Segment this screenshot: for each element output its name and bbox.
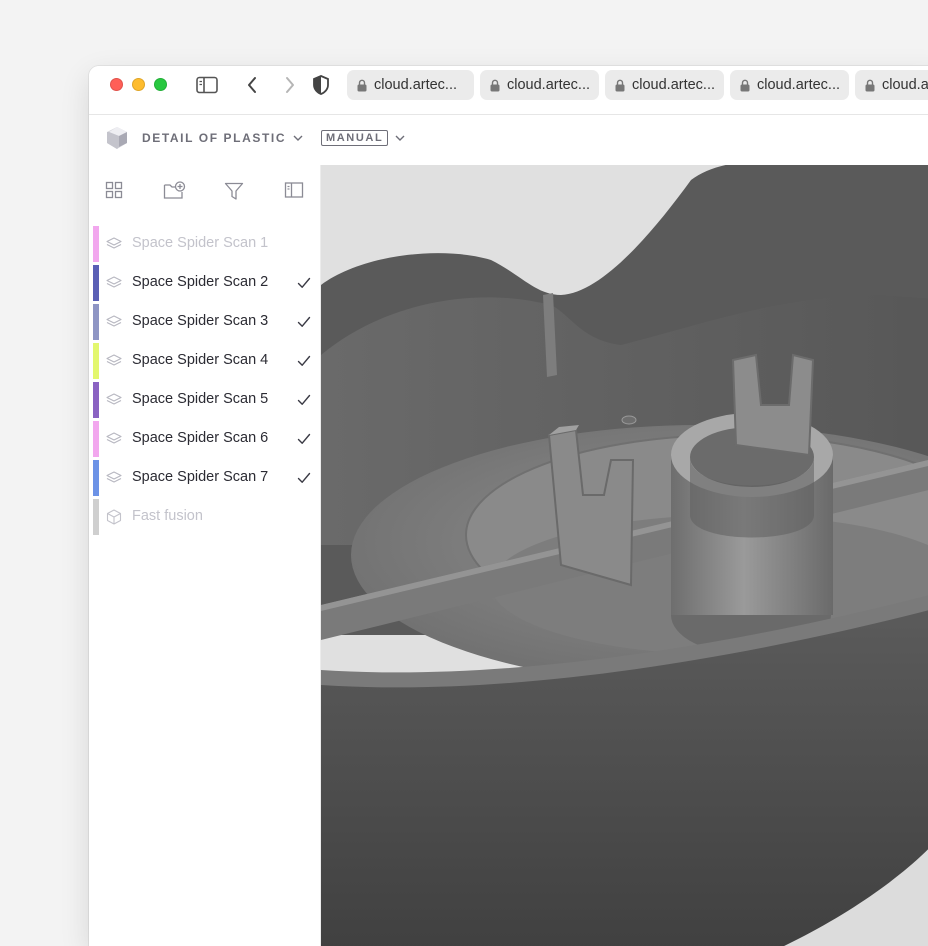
layers-icon xyxy=(106,236,122,252)
browser-titlebar: cloud.artec... cloud.artec... cloud.arte… xyxy=(89,66,928,115)
close-window-button[interactable] xyxy=(110,78,123,91)
layers-icon xyxy=(106,431,122,447)
tab-title: cloud.artec... xyxy=(757,77,841,93)
sidebar-toggle-icon[interactable] xyxy=(196,74,218,96)
layers-icon xyxy=(106,353,122,369)
checkmark-icon[interactable] xyxy=(297,315,311,329)
checkmark-icon[interactable] xyxy=(297,393,311,407)
scan-model-render xyxy=(321,165,928,946)
lock-icon xyxy=(357,79,367,91)
cube-icon xyxy=(106,509,122,525)
scan-list-item[interactable]: Space Spider Scan 4 xyxy=(93,343,320,379)
minimize-window-button[interactable] xyxy=(132,78,145,91)
scan-label: Space Spider Scan 4 xyxy=(132,352,269,368)
chevron-down-icon xyxy=(293,135,303,141)
panel-toggle-icon[interactable] xyxy=(284,181,306,203)
project-selector[interactable]: DETAIL OF PLASTIC xyxy=(105,125,303,151)
browser-window: cloud.artec... cloud.artec... cloud.arte… xyxy=(89,66,928,946)
add-folder-icon[interactable] xyxy=(163,181,186,203)
mode-selector[interactable]: MANUAL xyxy=(321,130,405,146)
scan-color-bar xyxy=(93,460,99,496)
browser-tab[interactable]: cloud.artec... xyxy=(480,70,599,100)
scan-color-bar xyxy=(93,421,99,457)
scan-label: Space Spider Scan 6 xyxy=(132,430,269,446)
shield-icon[interactable] xyxy=(310,74,332,96)
browser-tab[interactable]: cloud.artec... xyxy=(605,70,724,100)
tab-title: cloud.artec... xyxy=(374,77,458,93)
scan-label: Space Spider Scan 7 xyxy=(132,469,269,485)
scan-label: Fast fusion xyxy=(132,508,203,524)
filter-icon[interactable] xyxy=(224,181,246,203)
3d-viewport[interactable] xyxy=(321,165,928,946)
checkmark-icon[interactable] xyxy=(297,354,311,368)
layers-icon xyxy=(106,314,122,330)
scan-sidebar: Space Spider Scan 1 Space Spider Scan 2 Sp… xyxy=(89,165,321,946)
scan-color-bar xyxy=(93,226,99,262)
checkmark-icon[interactable] xyxy=(297,471,311,485)
scan-color-bar xyxy=(93,265,99,301)
mode-label: MANUAL xyxy=(321,130,389,146)
scan-label: Space Spider Scan 3 xyxy=(132,313,269,329)
scan-label: Space Spider Scan 2 xyxy=(132,274,269,290)
sidebar-toolbar xyxy=(89,177,320,207)
back-icon[interactable] xyxy=(241,74,263,96)
forward-icon[interactable] xyxy=(279,74,301,96)
layers-icon xyxy=(106,275,122,291)
app-header: DETAIL OF PLASTIC MANUAL xyxy=(89,115,928,163)
scan-label: Space Spider Scan 1 xyxy=(132,235,269,251)
browser-tab[interactable]: cloud.a xyxy=(855,70,928,100)
lock-icon xyxy=(865,79,875,91)
scan-color-bar xyxy=(93,304,99,340)
scan-color-bar xyxy=(93,499,99,535)
scan-list-item[interactable]: Space Spider Scan 7 xyxy=(93,460,320,496)
scan-color-bar xyxy=(93,343,99,379)
checkmark-icon[interactable] xyxy=(297,276,311,290)
project-title: DETAIL OF PLASTIC xyxy=(142,131,287,145)
layers-icon xyxy=(106,392,122,408)
scan-list-item[interactable]: Space Spider Scan 3 xyxy=(93,304,320,340)
lock-icon xyxy=(490,79,500,91)
browser-tab[interactable]: cloud.artec... xyxy=(347,70,474,100)
tab-title: cloud.artec... xyxy=(632,77,716,93)
checkmark-icon[interactable] xyxy=(297,432,311,446)
layers-icon xyxy=(106,470,122,486)
scan-list-item[interactable]: Space Spider Scan 2 xyxy=(93,265,320,301)
tab-title: cloud.artec... xyxy=(507,77,591,93)
browser-tab[interactable]: cloud.artec... xyxy=(730,70,849,100)
scan-list-item[interactable]: Space Spider Scan 1 xyxy=(93,226,320,262)
tab-title: cloud.a xyxy=(882,77,928,93)
chevron-down-icon xyxy=(395,135,405,141)
project-logo-icon xyxy=(107,127,127,149)
grid-icon[interactable] xyxy=(105,181,127,203)
scan-list-item[interactable]: Space Spider Scan 6 xyxy=(93,421,320,457)
lock-icon xyxy=(740,79,750,91)
scan-list-item[interactable]: Fast fusion xyxy=(93,499,320,535)
scan-list-item[interactable]: Space Spider Scan 5 xyxy=(93,382,320,418)
scan-label: Space Spider Scan 5 xyxy=(132,391,269,407)
scan-color-bar xyxy=(93,382,99,418)
lock-icon xyxy=(615,79,625,91)
maximize-window-button[interactable] xyxy=(154,78,167,91)
